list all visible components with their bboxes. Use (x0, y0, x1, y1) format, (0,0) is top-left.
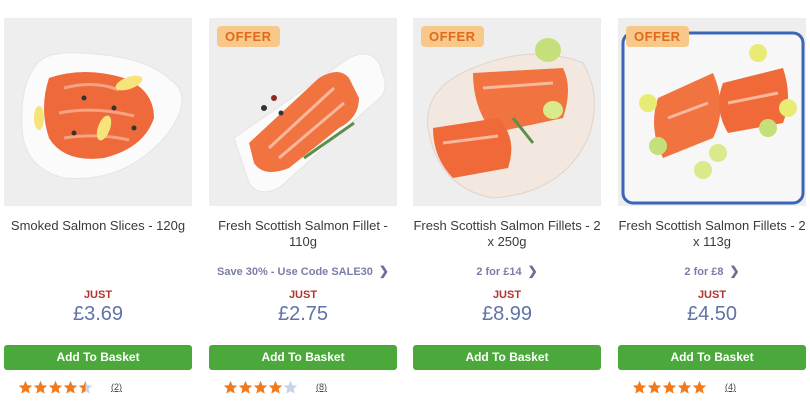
star-icon (647, 380, 662, 394)
chevron-right-icon: ❯ (378, 264, 389, 278)
star-icon (677, 380, 692, 394)
review-count-link[interactable]: (4) (725, 382, 736, 392)
star-rating (18, 380, 93, 395)
product-title[interactable]: Fresh Scottish Salmon Fillet - 110g (209, 218, 397, 250)
offer-badge: OFFER (421, 26, 484, 47)
promo-link[interactable]: 2 for £8 ❯ (618, 264, 806, 278)
product-image[interactable]: OFFER (413, 18, 601, 206)
product-price: £8.99 (481, 303, 533, 325)
product-card: OFFER Fresh Scottish Salmon Fillet - 110… (209, 18, 397, 403)
review-count-link[interactable]: (8) (316, 382, 327, 392)
price-prefix: JUST (288, 289, 318, 301)
offer-badge: OFFER (626, 26, 689, 47)
add-to-basket-button[interactable]: Add To Basket (413, 345, 601, 370)
promo-text: 2 for £14 (476, 266, 522, 278)
promo-link[interactable]: 2 for £14 ❯ (413, 264, 601, 278)
product-card: Smoked Salmon Slices - 120g JUST £3.69 A… (4, 18, 192, 403)
product-title[interactable]: Smoked Salmon Slices - 120g (4, 218, 192, 234)
product-title[interactable]: Fresh Scottish Salmon Fillets - 2 x 113g (618, 218, 806, 250)
star-icon (692, 380, 707, 394)
star-icon (78, 380, 93, 394)
star-icon (283, 380, 298, 394)
product-price: £4.50 (686, 303, 738, 325)
price-prefix: JUST (492, 289, 522, 301)
star-rating (632, 380, 707, 395)
add-to-basket-button[interactable]: Add To Basket (618, 345, 806, 370)
product-image[interactable]: OFFER (618, 18, 806, 206)
promo-link[interactable]: Save 30% - Use Code SALE30 ❯ (209, 264, 397, 278)
price-prefix: JUST (697, 289, 727, 301)
star-icon (223, 380, 238, 394)
star-icon (63, 380, 78, 394)
product-title[interactable]: Fresh Scottish Salmon Fillets - 2 x 250g (413, 218, 601, 250)
product-card: OFFER Fresh Scottish Salmon Fillets - 2 … (413, 18, 601, 403)
add-to-basket-button[interactable]: Add To Basket (209, 345, 397, 370)
star-icon (268, 380, 283, 394)
add-to-basket-button[interactable]: Add To Basket (4, 345, 192, 370)
product-card: OFFER Fresh Scottish Salmon Fillets - 2 … (618, 18, 806, 403)
product-price: £3.69 (72, 303, 124, 325)
star-icon (253, 380, 268, 394)
star-icon (662, 380, 677, 394)
promo-text: Save 30% - Use Code SALE30 (217, 266, 373, 278)
price-prefix: JUST (83, 289, 113, 301)
star-icon (238, 380, 253, 394)
offer-badge: OFFER (217, 26, 280, 47)
chevron-right-icon: ❯ (527, 264, 538, 278)
promo-text: 2 for £8 (684, 266, 724, 278)
product-grid: Smoked Salmon Slices - 120g JUST £3.69 A… (0, 0, 810, 411)
rating[interactable]: (2) (18, 379, 122, 395)
star-rating (223, 380, 298, 395)
star-icon (632, 380, 647, 394)
star-icon (33, 380, 48, 394)
rating[interactable]: (4) (632, 379, 736, 395)
chevron-right-icon: ❯ (729, 264, 740, 278)
product-image[interactable] (4, 18, 192, 206)
review-count-link[interactable]: (2) (111, 382, 122, 392)
product-image[interactable]: OFFER (209, 18, 397, 206)
product-price: £2.75 (277, 303, 329, 325)
rating[interactable]: (8) (223, 379, 327, 395)
star-icon (48, 380, 63, 394)
star-icon (18, 380, 33, 394)
